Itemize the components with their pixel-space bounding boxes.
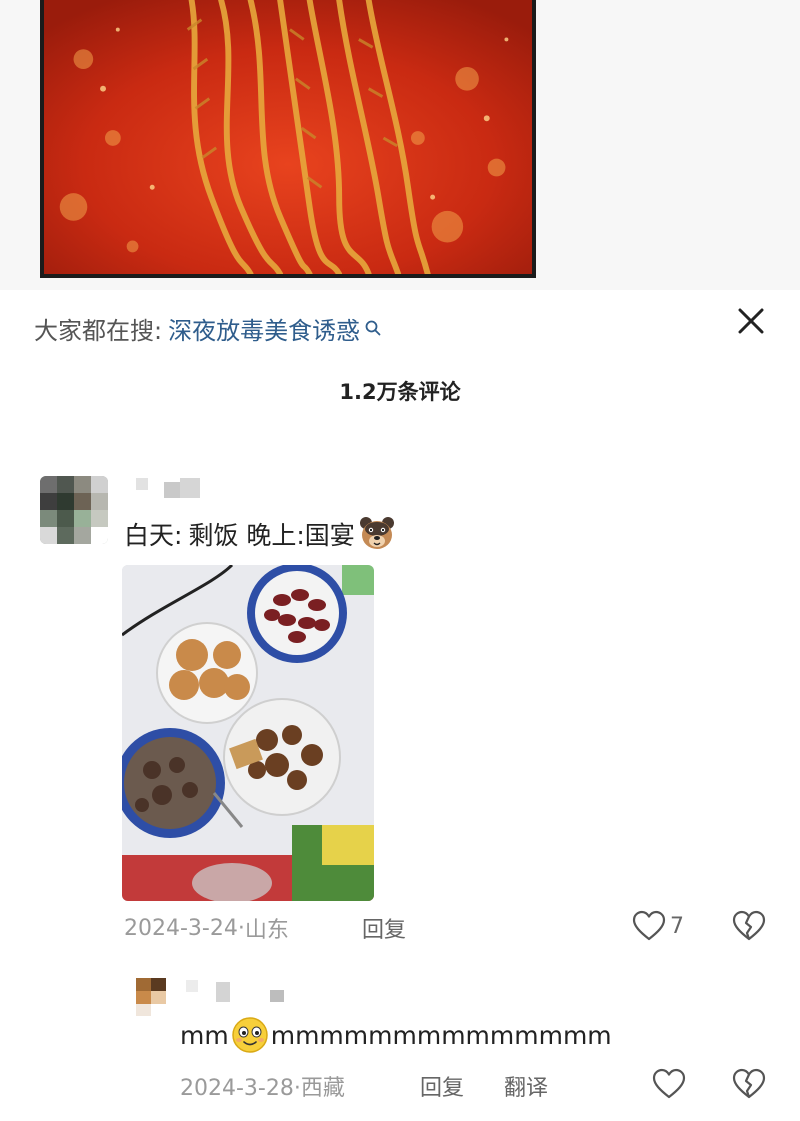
- reply-button[interactable]: 回复: [362, 912, 406, 944]
- smiling-face-icon: [231, 1017, 268, 1053]
- avatar[interactable]: [40, 476, 108, 544]
- username-blurred[interactable]: [186, 980, 296, 1004]
- dislike-broken-heart-icon[interactable]: [732, 1068, 766, 1100]
- comment-text-rest: 剩饭 晚上:国宴: [188, 521, 355, 550]
- dog-face-icon: [359, 517, 394, 549]
- translate-button[interactable]: 翻译: [504, 1070, 548, 1102]
- like-button[interactable]: 7: [632, 910, 684, 942]
- search-term-link[interactable]: 深夜放毒美食诱惑: [168, 311, 360, 346]
- search-prefix: 大家都在搜:: [34, 316, 163, 345]
- reply-text-after: mmmmmmmmmmmmmm: [270, 1020, 612, 1050]
- like-count: 7: [670, 913, 684, 939]
- heart-icon: [632, 910, 666, 941]
- close-icon[interactable]: [734, 304, 768, 338]
- comment-meta: 2024-3-24 · 山东: [124, 912, 289, 944]
- comment-count: 1.2万条评论: [339, 380, 461, 404]
- search-suggestion[interactable]: 大家都在搜: 深夜放毒美食诱惑: [34, 304, 382, 352]
- heart-icon[interactable]: [652, 1068, 686, 1100]
- meta-separator: ·: [293, 1076, 301, 1101]
- username-blurred[interactable]: [136, 476, 206, 500]
- avatar[interactable]: [136, 978, 166, 1016]
- comment-text-day: 白天:: [124, 521, 183, 550]
- reply-location: 西藏: [300, 1076, 345, 1101]
- comment-date: 2024-3-24: [124, 915, 238, 941]
- reply-text-before: mm: [180, 1020, 229, 1050]
- meta-separator: ·: [237, 915, 245, 941]
- reply-text: mm mmmmmmmmmmmmmm: [180, 1016, 612, 1054]
- video-thumbnail[interactable]: [40, 0, 536, 278]
- search-icon[interactable]: [364, 319, 382, 337]
- reply-meta: 2024-3-28·西藏: [180, 1070, 345, 1102]
- reply-button[interactable]: 回复: [420, 1070, 464, 1102]
- dislike-broken-heart-icon[interactable]: [732, 910, 766, 942]
- video-frame: [0, 0, 800, 290]
- comment-photo[interactable]: [122, 565, 374, 901]
- reply-date: 2024-3-28: [180, 1076, 294, 1101]
- comment-location: 山东: [244, 918, 289, 943]
- comment-text: 白天: 剩饭 晚上:国宴: [124, 514, 397, 554]
